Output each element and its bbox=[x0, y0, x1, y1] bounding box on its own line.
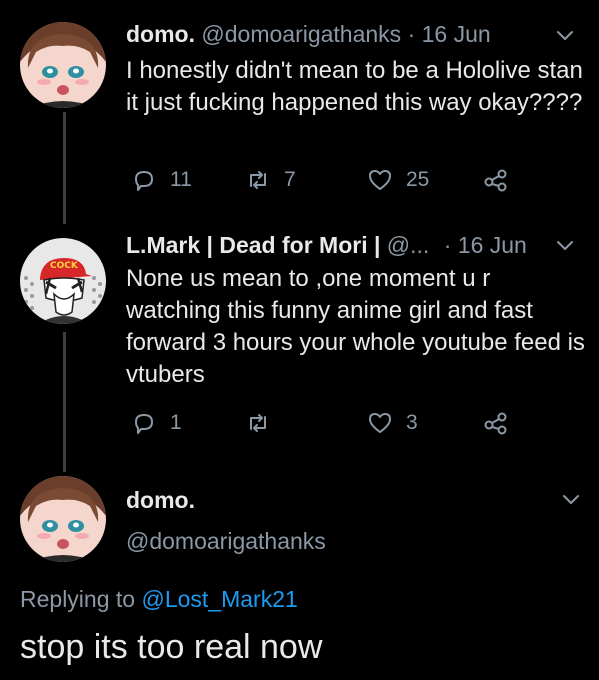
retweet-button[interactable]: 7 bbox=[244, 166, 296, 194]
chevron-down-icon[interactable] bbox=[560, 488, 582, 510]
user-handle[interactable]: @... bbox=[387, 232, 430, 258]
tweet-date[interactable]: 16 Jun bbox=[422, 21, 491, 47]
replying-prefix: Replying to bbox=[20, 586, 136, 612]
tweet-text: None us mean to ,one moment u r watching… bbox=[126, 265, 585, 388]
svg-text:COCK: COCK bbox=[50, 261, 79, 271]
reply-button[interactable]: 1 bbox=[130, 409, 182, 437]
display-name[interactable]: L.Mark | Dead for Mori | bbox=[126, 232, 380, 258]
like-button[interactable]: 3 bbox=[366, 409, 418, 437]
reply-count: 11 bbox=[170, 168, 192, 191]
chevron-down-icon[interactable] bbox=[554, 24, 576, 46]
reply-icon bbox=[130, 409, 158, 437]
meta-separator: · bbox=[443, 232, 452, 258]
chevron-down-icon[interactable] bbox=[554, 234, 576, 256]
red-cap-character-avatar-icon: COCK bbox=[20, 238, 106, 324]
anime-girl-avatar-icon bbox=[20, 22, 106, 108]
avatar[interactable]: COCK bbox=[20, 238, 106, 324]
reply-icon bbox=[130, 166, 158, 194]
mention-link[interactable]: @Lost_Mark21 bbox=[141, 586, 297, 612]
tweet-actions: 1 3 bbox=[126, 409, 526, 439]
tweet-actions: 11 7 25 bbox=[126, 166, 526, 196]
meta-separator: · bbox=[407, 21, 416, 47]
retweet-button[interactable] bbox=[244, 409, 284, 437]
share-icon bbox=[482, 166, 510, 194]
tweet-header: L.Mark | Dead for Mori | @... · 16 Jun bbox=[126, 231, 527, 259]
user-handle[interactable]: @domoarigathanks bbox=[201, 21, 401, 47]
anime-girl-avatar-icon bbox=[20, 476, 106, 562]
share-button[interactable] bbox=[482, 409, 510, 437]
retweet-icon bbox=[244, 409, 272, 437]
tweet-header: domo. @domoarigathanks · 16 Jun bbox=[126, 20, 491, 48]
retweet-count: 7 bbox=[284, 168, 296, 191]
like-button[interactable]: 25 bbox=[366, 166, 429, 194]
heart-icon bbox=[366, 409, 394, 437]
heart-icon bbox=[366, 166, 394, 194]
retweet-icon bbox=[244, 166, 272, 194]
like-count: 3 bbox=[406, 411, 418, 434]
like-count: 25 bbox=[406, 168, 430, 191]
display-name[interactable]: domo. bbox=[126, 21, 195, 47]
thread-line-1 bbox=[63, 112, 66, 224]
reply-button[interactable]: 11 bbox=[130, 166, 192, 194]
avatar[interactable] bbox=[20, 476, 106, 562]
share-button[interactable] bbox=[482, 166, 510, 194]
user-handle[interactable]: @domoarigathanks bbox=[126, 528, 326, 555]
tweet-date[interactable]: 16 Jun bbox=[458, 232, 527, 258]
replying-to: Replying to @Lost_Mark21 bbox=[20, 586, 298, 613]
tweet-text: stop its too real now bbox=[20, 628, 323, 666]
display-name[interactable]: domo. bbox=[126, 487, 195, 514]
reply-count: 1 bbox=[170, 411, 182, 434]
share-icon bbox=[482, 409, 510, 437]
thread-line-2 bbox=[63, 332, 66, 472]
avatar[interactable] bbox=[20, 22, 106, 108]
tweet-text: I honestly didn't mean to be a Hololive … bbox=[126, 57, 583, 116]
